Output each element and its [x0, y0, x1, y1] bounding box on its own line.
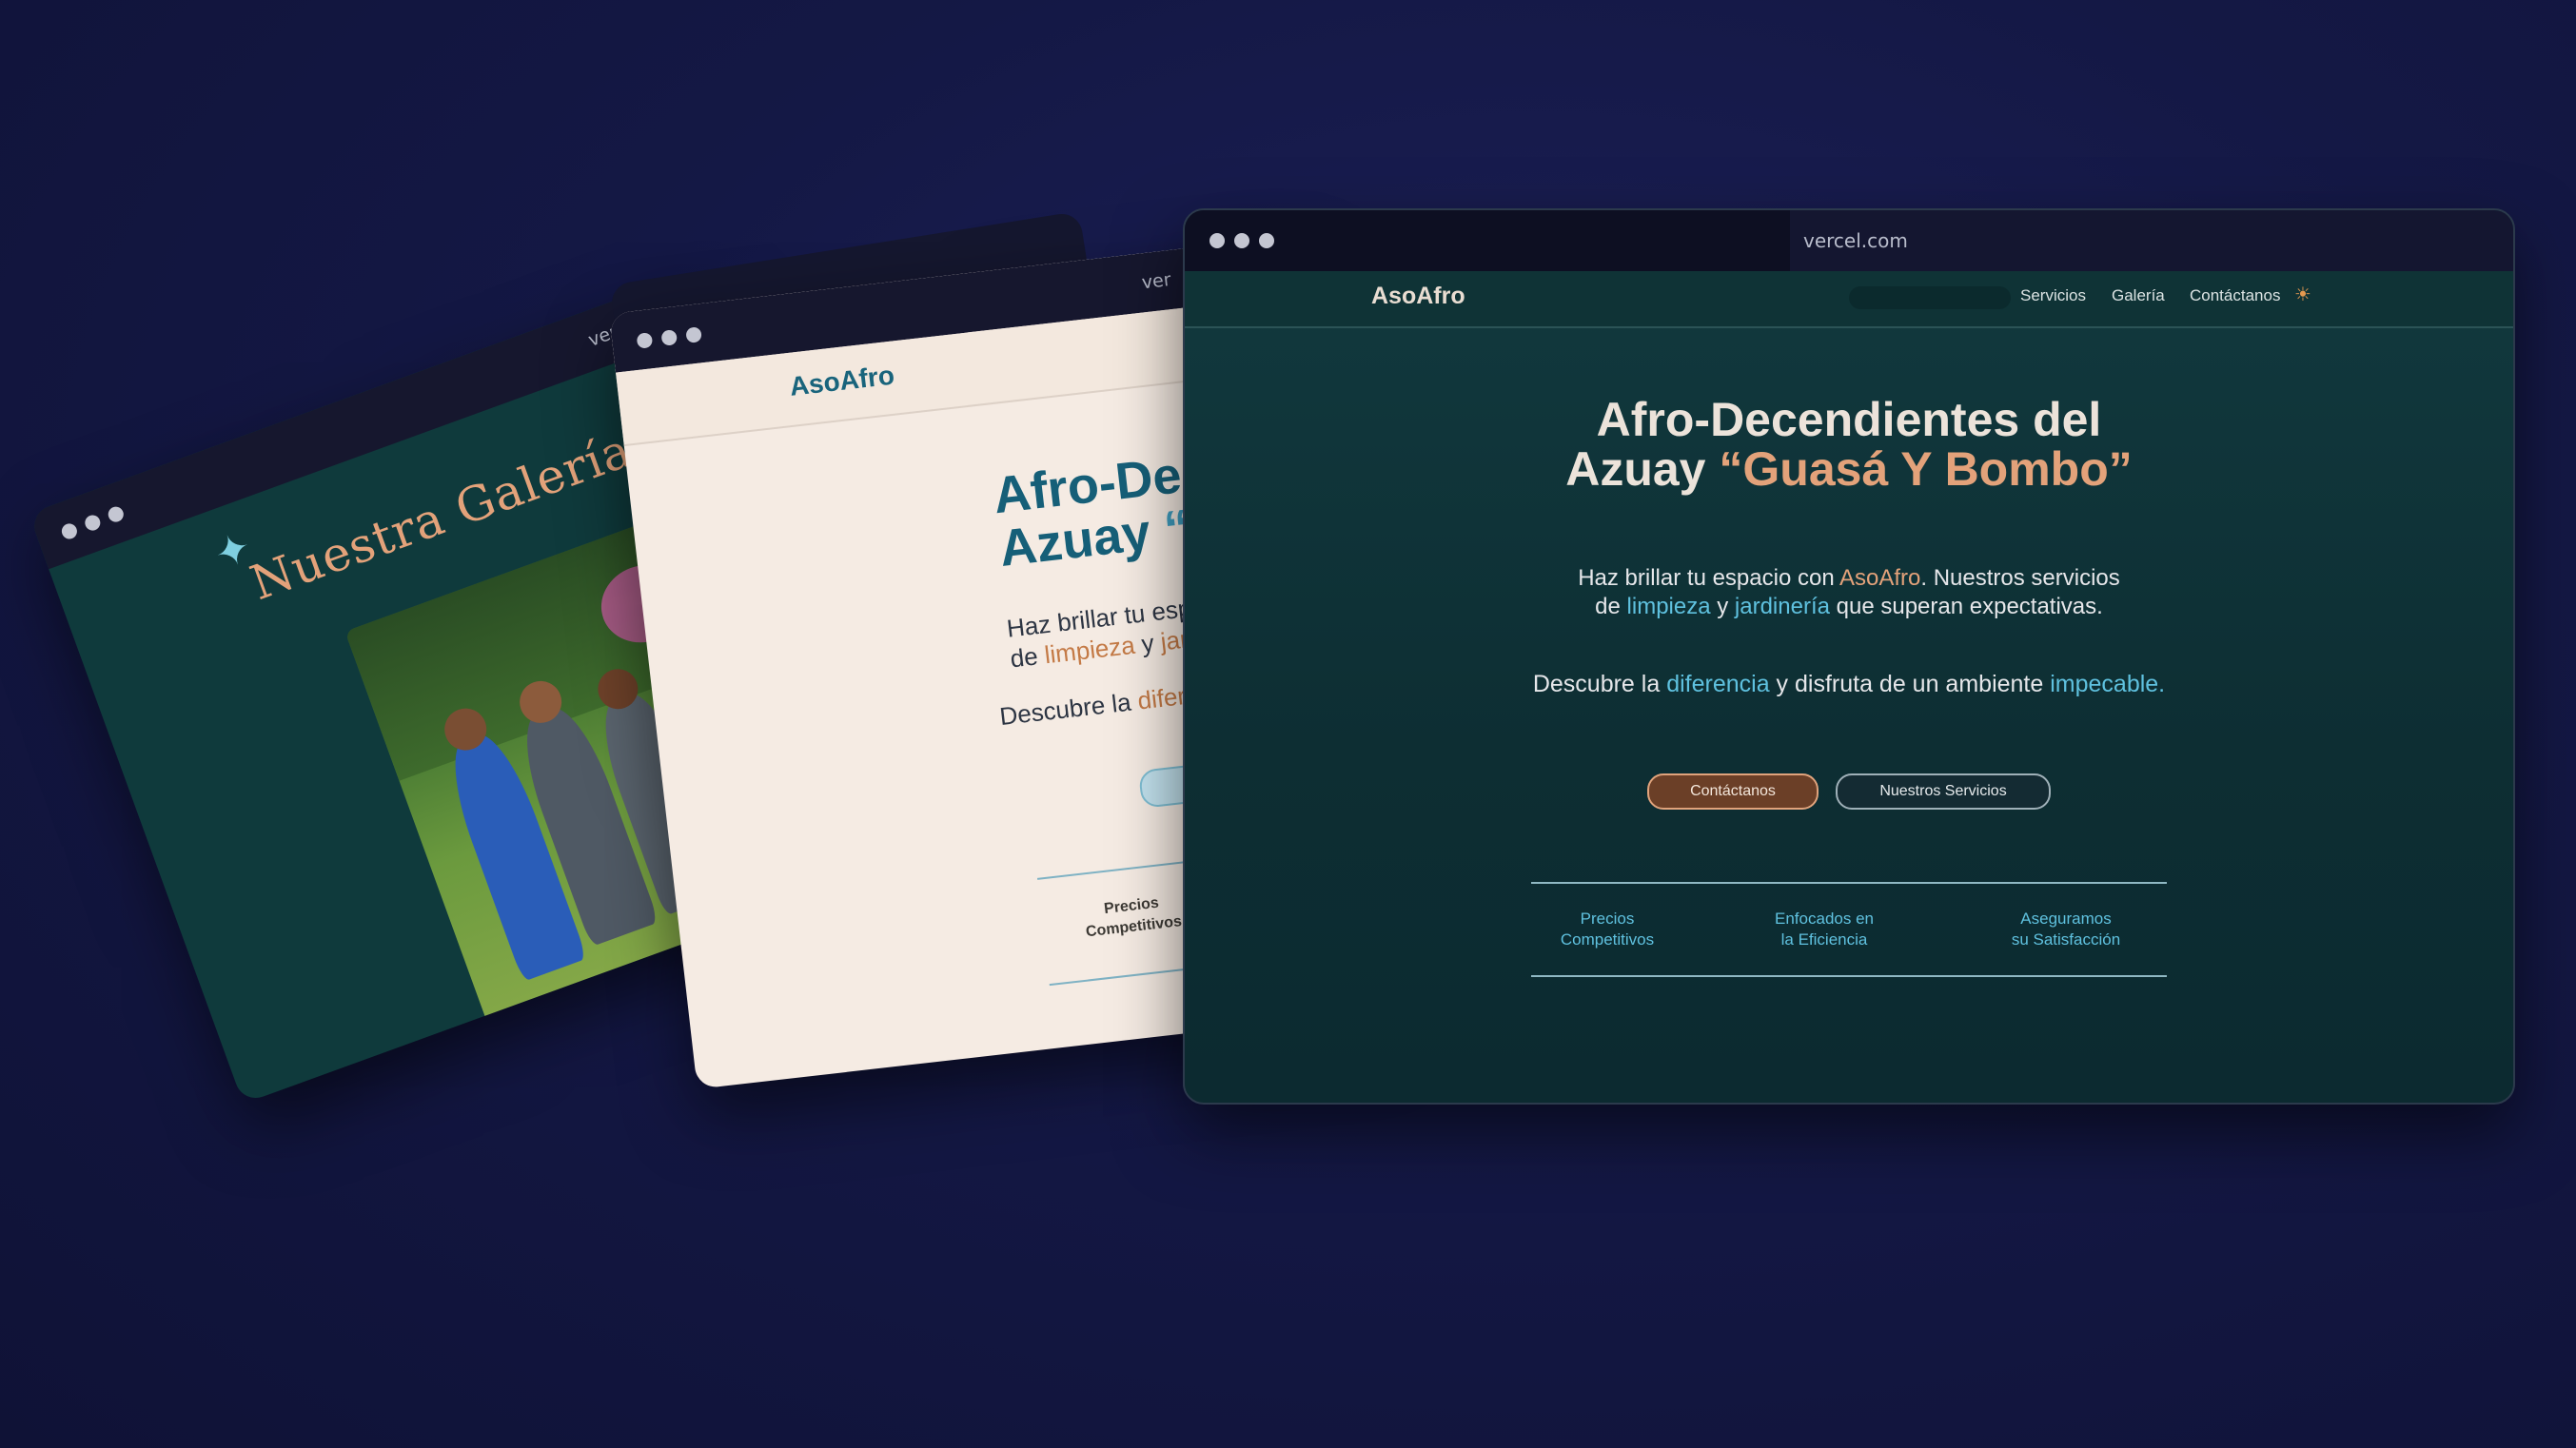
paragraph-text: y	[1710, 594, 1735, 619]
feature-line1: Aseguramos	[2020, 910, 2112, 928]
window-controls[interactable]	[1209, 233, 1274, 248]
nav-link-galeria[interactable]: Galería	[2112, 286, 2165, 305]
maximize-dot-icon[interactable]	[106, 504, 127, 524]
minimize-dot-icon[interactable]	[660, 329, 678, 346]
hero-subparagraph: Descubre la diferencia y disfruta de un …	[1185, 671, 2513, 698]
hero-heading-line1: Afro-Decendientes del	[1596, 393, 2102, 446]
main-window-chrome: vercel.com	[1185, 210, 2513, 271]
highlight-asoafro: AsoAfro	[1839, 565, 1921, 591]
window-controls[interactable]	[59, 504, 127, 541]
close-dot-icon[interactable]	[1209, 233, 1225, 248]
browser-tab[interactable]	[1185, 210, 1790, 271]
hero-heading-line2: Azuay	[1565, 442, 1720, 496]
feature-line2: Competitivos	[1085, 913, 1183, 941]
paragraph-text: que superan expectativas.	[1829, 594, 2103, 619]
gallery-prev-button[interactable]: ‹	[632, 988, 683, 1041]
brand-logo[interactable]: AsoAfro	[1371, 283, 1465, 310]
maximize-dot-icon[interactable]	[1259, 233, 1274, 248]
contact-button[interactable]: Contáctanos	[1647, 773, 1819, 810]
nav-search-pill[interactable]	[1849, 286, 2011, 309]
services-button[interactable]: Nuestros Servicios	[1836, 773, 2051, 810]
hero-heading-quote: “Guasá Y Bombo”	[1719, 442, 2133, 496]
feature-line2: Competitivos	[1560, 930, 1655, 949]
nav-link-contactanos[interactable]: Contáctanos	[2190, 286, 2280, 305]
address-bar-url[interactable]: vercel.com	[1803, 229, 1908, 252]
paragraph-text: de	[1009, 640, 1047, 674]
highlight-jardineria: jardinería	[1734, 594, 1830, 619]
maximize-dot-icon[interactable]	[685, 326, 702, 343]
paragraph-text: . Nuestros servicios	[1920, 565, 2120, 591]
feature-line2: su Satisfacción	[2011, 930, 2121, 949]
divider-bottom	[1531, 975, 2167, 977]
hero-paragraph: Haz brillar tu espacio con AsoAfro. Nues…	[1185, 564, 2513, 621]
feature-line1: Precios	[1103, 894, 1160, 918]
feature-item: Enfocados en la Eficiencia	[1729, 909, 1919, 950]
paragraph-text: Haz brillar tu espacio con	[1578, 565, 1840, 591]
nav-link-servicios[interactable]: Servicios	[2020, 286, 2086, 305]
highlight-limpieza: limpieza	[1626, 594, 1711, 619]
paragraph-text: Descubre la	[1532, 671, 1667, 697]
address-bar-url[interactable]: ver	[1141, 269, 1172, 293]
paragraph-text: y disfruta de un ambiente	[1769, 671, 2051, 697]
minimize-dot-icon[interactable]	[1234, 233, 1249, 248]
close-dot-icon[interactable]	[636, 332, 654, 349]
theme-toggle-sun-icon[interactable]: ☀	[2294, 283, 2311, 306]
main-navbar: AsoAfro Servicios Galería Contáctanos ☀	[1185, 271, 2513, 328]
paragraph-text: y	[1132, 627, 1163, 659]
feature-item: Precios Competitivos	[1512, 909, 1702, 950]
paragraph-text: de	[1595, 594, 1627, 619]
feature-line1: Precios	[1580, 910, 1635, 928]
highlight-diferencia: diferencia	[1666, 671, 1770, 697]
minimize-dot-icon[interactable]	[83, 513, 103, 533]
highlight-impecable: impecable.	[2050, 671, 2166, 697]
window-controls[interactable]	[636, 326, 702, 349]
divider-top	[1531, 882, 2167, 884]
close-dot-icon[interactable]	[59, 521, 80, 541]
hero-heading: Afro-Decendientes del Azuay “Guasá Y Bom…	[1185, 395, 2513, 494]
brand-logo[interactable]: AsoAfro	[788, 361, 895, 402]
paragraph-text: Descubre la	[997, 686, 1140, 732]
main-window: vercel.com AsoAfro Servicios Galería Con…	[1183, 208, 2515, 1105]
feature-item: Aseguramos su Satisfacción	[1971, 909, 2161, 950]
feature-line1: Enfocados en	[1775, 910, 1874, 928]
feature-line2: la Eficiencia	[1780, 930, 1868, 949]
